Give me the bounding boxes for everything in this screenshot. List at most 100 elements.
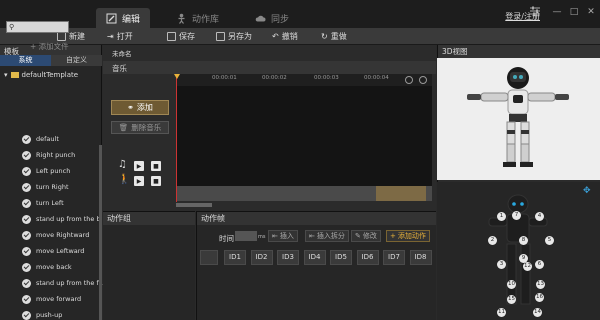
tick-label: 00:00:01	[212, 75, 237, 81]
add-action-button[interactable]: + 添加动作	[386, 230, 430, 242]
list-item[interactable]: turn Right	[22, 179, 69, 195]
servo-id-cell[interactable]: ID1	[224, 250, 246, 265]
action-label: move back	[36, 263, 72, 271]
minimize-icon[interactable]: —	[550, 6, 564, 18]
check-icon	[22, 198, 31, 208]
joint-marker[interactable]: 3	[497, 260, 506, 269]
add-music-button[interactable]: ⚭ 添加	[111, 100, 169, 115]
servo-id-cell[interactable]: ID6	[356, 250, 379, 265]
robot-icon	[176, 13, 187, 24]
settings-icon[interactable]	[528, 6, 542, 18]
robot-silhouette	[488, 194, 548, 305]
servo-id-cell[interactable]: ID4	[303, 250, 326, 265]
zoom-in-icon[interactable]	[405, 76, 413, 84]
servo-id-cell[interactable]: ID5	[330, 250, 352, 265]
search-icon: ⚲	[9, 23, 15, 31]
tab-label: 动作库	[192, 14, 220, 25]
joint-marker[interactable]: 1	[497, 212, 506, 221]
folder-item[interactable]: ▾ defaultTemplate	[4, 71, 78, 79]
action-label: default	[36, 135, 59, 143]
action-label: turn Right	[36, 183, 69, 191]
panel-title: 动作组	[103, 212, 195, 225]
list-item[interactable]: stand up from the fr...	[22, 275, 107, 291]
insert-button[interactable]: ⇤ 插入	[268, 230, 298, 242]
joint-marker[interactable]: 4	[535, 212, 544, 221]
close-icon[interactable]: ✕	[584, 6, 598, 18]
tick-label: 00:00:02	[262, 75, 287, 81]
delete-music-button[interactable]: 🗑 删除音乐	[111, 121, 169, 134]
joint-marker[interactable]: 15	[507, 295, 516, 304]
insert-label: 插入	[279, 232, 294, 240]
play-action-button[interactable]: ▶	[134, 176, 144, 186]
joint-marker[interactable]: 13	[536, 280, 545, 289]
search-input[interactable]: ⚲	[6, 21, 69, 33]
insert-split-button[interactable]: ⇤ 插入拆分	[305, 230, 349, 242]
tab-edit[interactable]: 编辑	[96, 8, 151, 28]
action-label: turn Left	[36, 199, 64, 207]
list-item[interactable]: turn Left	[22, 195, 64, 211]
action-label: Left punch	[36, 167, 71, 175]
servo-id-cell[interactable]: ID2	[250, 250, 273, 265]
list-item[interactable]: push-up	[22, 307, 62, 320]
timeline-scrollbar[interactable]	[176, 203, 212, 207]
tab-system[interactable]: 系统	[0, 55, 51, 66]
add-file-label: 添加文件	[38, 42, 69, 51]
stop-action-button[interactable]: ■	[151, 176, 161, 186]
list-item[interactable]: move Rightward	[22, 227, 89, 243]
list-item[interactable]: stand up from the b...	[22, 211, 107, 227]
list-item[interactable]: move Leftward	[22, 243, 84, 259]
servo-id-cell[interactable]: ID7	[383, 250, 405, 265]
joint-marker[interactable]: 8	[519, 236, 528, 245]
playhead-marker[interactable]	[174, 74, 180, 79]
panel-title: 3D视图	[438, 45, 600, 58]
modify-button[interactable]: ✎ 修改	[351, 230, 381, 242]
list-item[interactable]: default	[22, 131, 59, 147]
action-label: stand up from the fr...	[36, 279, 108, 287]
undo-button[interactable]: ↶ 撤销	[272, 31, 298, 42]
move-icon[interactable]: ✥	[583, 186, 591, 196]
new-label: 新建	[69, 32, 85, 41]
save-button[interactable]: 保存	[167, 31, 195, 42]
tab-action-library[interactable]: 动作库	[166, 8, 229, 28]
joint-marker[interactable]: 16	[535, 293, 544, 302]
undo-icon: ↶	[272, 32, 279, 41]
add-file-button[interactable]: + 添加文件	[30, 41, 69, 52]
joint-marker[interactable]: 11	[497, 308, 506, 317]
list-item[interactable]: move back	[22, 259, 72, 275]
new-file-icon	[57, 32, 66, 41]
servo-id-cell[interactable]: ID3	[277, 250, 299, 265]
servo-id-cell[interactable]: ID8	[409, 250, 432, 265]
joint-marker[interactable]: 14	[533, 308, 542, 317]
music-track[interactable]	[176, 86, 432, 186]
redo-button[interactable]: ↻ 重做	[321, 31, 347, 42]
joint-marker[interactable]: 7	[512, 211, 521, 220]
joint-marker[interactable]: 10	[507, 280, 516, 289]
modify-label: 修改	[362, 232, 377, 240]
open-button[interactable]: ⇥ 打开	[107, 31, 133, 42]
action-track-selection[interactable]	[376, 186, 426, 201]
joint-marker[interactable]: 2	[488, 236, 497, 245]
zoom-out-icon[interactable]	[419, 76, 427, 84]
list-item[interactable]: Left punch	[22, 163, 70, 179]
save-label: 保存	[179, 32, 195, 41]
robot-3d-view[interactable]	[437, 58, 600, 180]
open-icon: ⇥	[107, 32, 114, 41]
joint-marker[interactable]: 5	[545, 236, 554, 245]
joint-marker[interactable]: 12	[523, 262, 532, 271]
title-bar: 编辑 动作库 同步 登录/注册 — □ ✕	[0, 0, 600, 28]
list-item[interactable]: Right punch	[22, 147, 75, 163]
list-item[interactable]: move forward	[22, 291, 81, 307]
play-music-button[interactable]: ▶	[134, 161, 144, 171]
maximize-icon[interactable]: □	[567, 6, 581, 18]
project-name: 未命名	[112, 50, 132, 58]
tab-sync[interactable]: 同步	[245, 8, 299, 28]
scrollbar[interactable]	[99, 145, 102, 320]
cloud-icon	[255, 13, 266, 24]
check-icon	[22, 150, 31, 160]
stop-music-button[interactable]: ■	[151, 161, 161, 171]
redo-icon: ↻	[321, 32, 328, 41]
joint-marker[interactable]: 6	[535, 260, 544, 269]
time-input[interactable]	[235, 231, 257, 241]
tab-custom[interactable]: 自定义	[51, 55, 102, 66]
save-as-button[interactable]: 另存为	[216, 31, 252, 42]
